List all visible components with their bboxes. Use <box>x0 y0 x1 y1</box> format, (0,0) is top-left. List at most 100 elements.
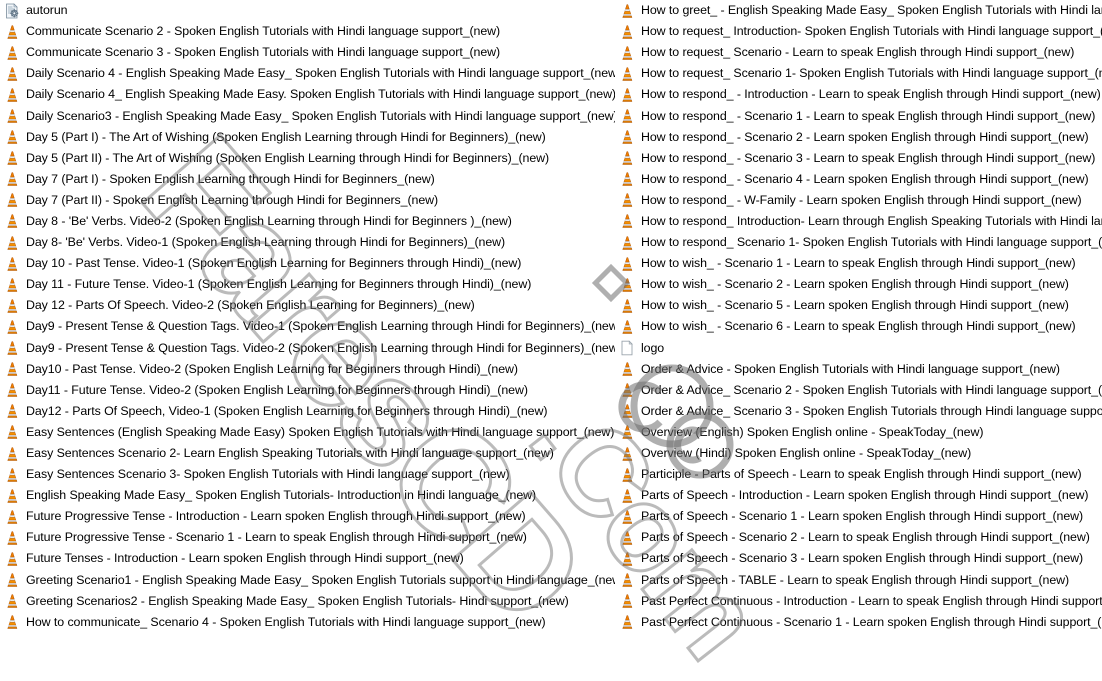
file-list-item[interactable]: How to wish_ - Scenario 5 - Learn spoken… <box>615 295 1102 316</box>
file-list-item[interactable]: Participle - Parts of Speech - Learn to … <box>615 464 1102 485</box>
file-list-view[interactable]: autorun Communicate Scenario 2 - Spoken E… <box>0 0 1102 634</box>
file-list-item[interactable]: Future Progressive Tense - Scenario 1 - … <box>0 527 615 548</box>
vlc-file-icon <box>4 235 20 251</box>
file-name-label: Parts of Speech - Scenario 2 - Learn to … <box>641 530 1090 545</box>
file-list-item[interactable]: Parts of Speech - Scenario 2 - Learn to … <box>615 527 1102 548</box>
file-list-item[interactable]: Parts of Speech - Introduction - Learn s… <box>615 485 1102 506</box>
file-list-item[interactable]: How to communicate_ Scenario 4 - Spoken … <box>0 612 615 633</box>
vlc-file-icon <box>619 530 635 546</box>
file-list-column-right: How to greet_ - English Speaking Made Ea… <box>615 0 1102 634</box>
file-list-item[interactable]: Order & Advice_ Scenario 2 - Spoken Engl… <box>615 380 1102 401</box>
file-list-item[interactable]: Parts of Speech - Scenario 3 - Learn spo… <box>615 548 1102 569</box>
file-list-item[interactable]: Communicate Scenario 2 - Spoken English … <box>0 21 615 42</box>
file-list-item[interactable]: autorun <box>0 0 615 21</box>
vlc-file-icon <box>4 319 20 335</box>
vlc-file-icon <box>4 488 20 504</box>
file-list-item[interactable]: Day 7 (Part II) - Spoken English Learnin… <box>0 190 615 211</box>
vlc-file-icon <box>619 235 635 251</box>
file-list-item[interactable]: Day 8 - 'Be' Verbs. Video-2 (Spoken Engl… <box>0 211 615 232</box>
file-list-item[interactable]: Order & Advice - Spoken English Tutorial… <box>615 359 1102 380</box>
file-list-item[interactable]: Easy Sentences Scenario 3- Spoken Englis… <box>0 464 615 485</box>
file-name-label: Parts of Speech - Scenario 1 - Learn spo… <box>641 509 1084 524</box>
file-list-item[interactable]: Day 11 - Future Tense. Video-1 (Spoken E… <box>0 274 615 295</box>
file-list-item[interactable]: Overview (Hindi) Spoken English online -… <box>615 443 1102 464</box>
file-name-label: English Speaking Made Easy_ Spoken Engli… <box>26 488 537 503</box>
file-list-item[interactable]: How to wish_ - Scenario 6 - Learn to spe… <box>615 316 1102 337</box>
file-name-label: Easy Sentences Scenario 3- Spoken Englis… <box>26 467 510 482</box>
file-name-label: Day 10 - Past Tense. Video-1 (Spoken Eng… <box>26 256 522 271</box>
file-list-item[interactable]: How to request_ Introduction- Spoken Eng… <box>615 21 1102 42</box>
file-list-item[interactable]: Day9 - Present Tense & Question Tags. Vi… <box>0 338 615 359</box>
file-list-item[interactable]: How to greet_ - English Speaking Made Ea… <box>615 0 1102 21</box>
file-list-item[interactable]: How to respond_ - Scenario 3 - Learn to … <box>615 148 1102 169</box>
file-list-item[interactable]: Greeting Scenarios2 - English Speaking M… <box>0 591 615 612</box>
vlc-file-icon <box>4 593 20 609</box>
file-list-item[interactable]: logo <box>615 338 1102 359</box>
file-name-label: Day9 - Present Tense & Question Tags. Vi… <box>26 340 615 355</box>
file-list-item[interactable]: Greeting Scenario1 - English Speaking Ma… <box>0 570 615 591</box>
vlc-file-icon <box>4 277 20 293</box>
file-name-label: Day 7 (Part I) - Spoken English Learning… <box>26 171 435 186</box>
vlc-file-icon <box>4 614 20 630</box>
file-name-label: How to request_ Introduction- Spoken Eng… <box>641 24 1102 39</box>
file-list-item[interactable]: How to respond_ Introduction- Learn thro… <box>615 211 1102 232</box>
file-list-item[interactable]: Overview (English) Spoken English online… <box>615 422 1102 443</box>
file-list-item[interactable]: English Speaking Made Easy_ Spoken Engli… <box>0 485 615 506</box>
file-list-item[interactable]: Daily Scenario 4 - English Speaking Made… <box>0 63 615 84</box>
file-list-item[interactable]: How to respond_ - Scenario 2 - Learn spo… <box>615 127 1102 148</box>
file-name-label: How to respond_ - Scenario 2 - Learn spo… <box>641 129 1089 144</box>
vlc-file-icon <box>619 572 635 588</box>
file-name-label: Communicate Scenario 2 - Spoken English … <box>26 24 501 39</box>
vlc-file-icon <box>619 488 635 504</box>
file-list-item[interactable]: Day 10 - Past Tense. Video-1 (Spoken Eng… <box>0 253 615 274</box>
vlc-file-icon <box>619 213 635 229</box>
file-list-item[interactable]: How to request_ Scenario 1- Spoken Engli… <box>615 63 1102 84</box>
file-list-item[interactable]: Day 5 (Part II) - The Art of Wishing (Sp… <box>0 148 615 169</box>
file-list-item[interactable]: How to request_ Scenario - Learn to spea… <box>615 42 1102 63</box>
vlc-file-icon <box>4 87 20 103</box>
file-name-label: Parts of Speech - Scenario 3 - Learn spo… <box>641 551 1084 566</box>
file-list-item[interactable]: How to respond_ - W-Family - Learn spoke… <box>615 190 1102 211</box>
file-list-item[interactable]: Future Progressive Tense - Introduction … <box>0 506 615 527</box>
file-name-label: Easy Sentences (English Speaking Made Ea… <box>26 424 615 439</box>
file-list-item[interactable]: Parts of Speech - TABLE - Learn to speak… <box>615 570 1102 591</box>
vlc-file-icon <box>4 24 20 40</box>
file-name-label: Overview (Hindi) Spoken English online -… <box>641 446 972 461</box>
file-list-item[interactable]: Communicate Scenario 3 - Spoken English … <box>0 42 615 63</box>
file-list-item[interactable]: Past Perfect Continuous - Scenario 1 - L… <box>615 612 1102 633</box>
file-list-item[interactable]: Day12 - Parts Of Speech, Video-1 (Spoken… <box>0 401 615 422</box>
file-list-item[interactable]: Order & Advice_ Scenario 3 - Spoken Engl… <box>615 401 1102 422</box>
vlc-file-icon <box>4 340 20 356</box>
file-list-item[interactable]: Day 8- 'Be' Verbs. Video-1 (Spoken Engli… <box>0 232 615 253</box>
file-list-item[interactable]: Day 5 (Part I) - The Art of Wishing (Spo… <box>0 127 615 148</box>
file-list-item[interactable]: How to wish_ - Scenario 2 - Learn spoken… <box>615 274 1102 295</box>
vlc-file-icon <box>4 530 20 546</box>
file-list-item[interactable]: How to respond_ - Scenario 4 - Learn spo… <box>615 169 1102 190</box>
file-list-item[interactable]: Daily Scenario 4_ English Speaking Made … <box>0 84 615 105</box>
file-name-label: How to respond_ - W-Family - Learn spoke… <box>641 192 1082 207</box>
file-list-item[interactable]: How to respond_ - Scenario 1 - Learn to … <box>615 105 1102 126</box>
file-list-item[interactable]: Day10 - Past Tense. Video-2 (Spoken Engl… <box>0 359 615 380</box>
inf-file-icon <box>4 2 20 19</box>
file-list-item[interactable]: Daily Scenario3 - English Speaking Made … <box>0 105 615 126</box>
vlc-file-icon <box>4 66 20 82</box>
file-list-item[interactable]: Day 12 - Parts Of Speech. Video-2 (Spoke… <box>0 295 615 316</box>
file-list-item[interactable]: How to respond_ Scenario 1- Spoken Engli… <box>615 232 1102 253</box>
file-list-item[interactable]: Parts of Speech - Scenario 1 - Learn spo… <box>615 506 1102 527</box>
file-name-label: logo <box>641 340 665 355</box>
vlc-file-icon <box>4 171 20 187</box>
file-list-item[interactable]: Day9 - Present Tense & Question Tags. Vi… <box>0 316 615 337</box>
file-list-item[interactable]: Easy Sentences (English Speaking Made Ea… <box>0 422 615 443</box>
file-list-item[interactable]: Past Perfect Continuous - Introduction -… <box>615 591 1102 612</box>
file-name-label: Easy Sentences Scenario 2- Learn English… <box>26 446 554 461</box>
file-list-item[interactable]: Day11 - Future Tense. Video-2 (Spoken En… <box>0 380 615 401</box>
vlc-file-icon <box>4 298 20 314</box>
file-name-label: Day 8 - 'Be' Verbs. Video-2 (Spoken Engl… <box>26 213 512 228</box>
file-list-item[interactable]: How to respond_ - Introduction - Learn t… <box>615 84 1102 105</box>
file-list-item[interactable]: Day 7 (Part I) - Spoken English Learning… <box>0 169 615 190</box>
file-name-label: How to respond_ - Introduction - Learn t… <box>641 87 1101 102</box>
file-name-label: How to communicate_ Scenario 4 - Spoken … <box>26 614 546 629</box>
file-list-item[interactable]: How to wish_ - Scenario 1 - Learn to spe… <box>615 253 1102 274</box>
file-list-item[interactable]: Easy Sentences Scenario 2- Learn English… <box>0 443 615 464</box>
file-list-item[interactable]: Future Tenses - Introduction - Learn spo… <box>0 548 615 569</box>
